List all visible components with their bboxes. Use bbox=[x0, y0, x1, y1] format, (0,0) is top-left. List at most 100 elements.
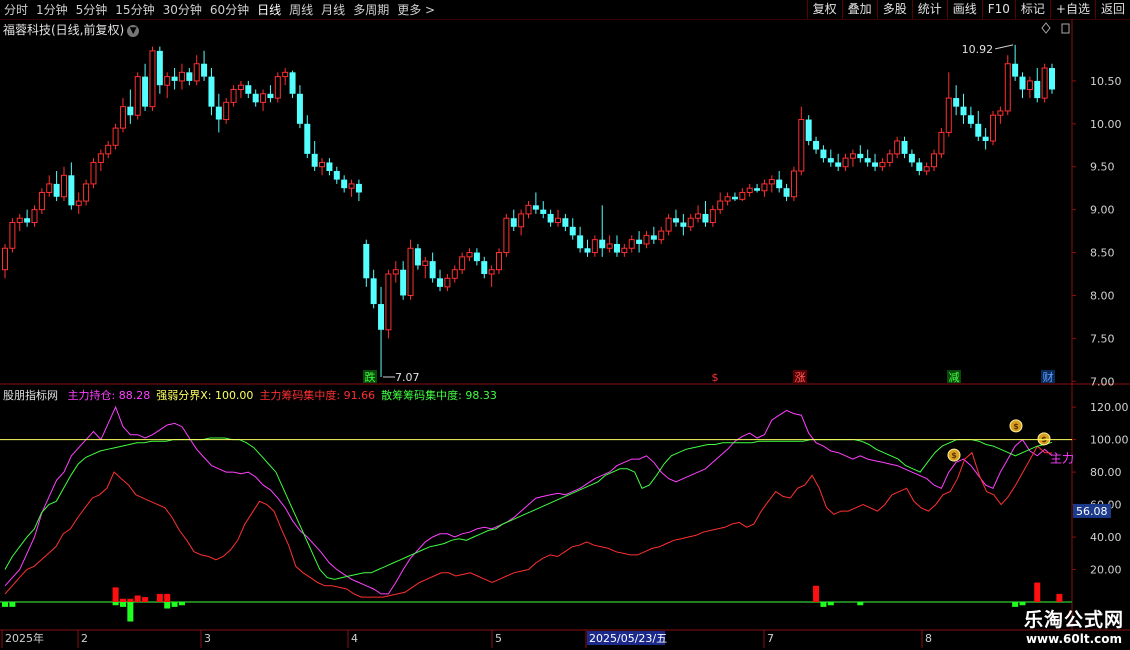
candle-body-down bbox=[289, 72, 296, 94]
candle-body-down bbox=[953, 98, 960, 107]
candle-body-up bbox=[9, 222, 16, 249]
candle-body-down bbox=[53, 183, 60, 197]
bar-green bbox=[164, 602, 171, 609]
candle-body-down bbox=[967, 115, 974, 124]
candle-body-down bbox=[547, 213, 554, 223]
candle-body-up bbox=[237, 84, 244, 90]
chart-frame bbox=[0, 19, 1130, 631]
candle-body-down bbox=[1049, 68, 1055, 90]
bar-red bbox=[142, 597, 149, 602]
indicator-axis: 20.0040.0060.0080.00100.00120.0056.08 bbox=[0, 401, 1129, 577]
candle-body-down bbox=[311, 153, 318, 167]
candle-body-up bbox=[496, 252, 503, 271]
bar-green bbox=[820, 602, 827, 607]
candle-body-down bbox=[584, 248, 591, 253]
date-label-7: 8 bbox=[925, 632, 932, 645]
candle-body-down bbox=[975, 123, 982, 137]
candle-body-down bbox=[245, 85, 252, 94]
candle-body-down bbox=[208, 76, 215, 107]
candle-body-up bbox=[746, 187, 753, 193]
candle-body-down bbox=[429, 261, 436, 279]
candle-body-up bbox=[849, 153, 856, 159]
candle-body-up bbox=[392, 269, 399, 275]
candle-body-down bbox=[363, 243, 370, 279]
indicator-tick-label: 40.00 bbox=[1090, 531, 1122, 544]
event-mark-0: 跌 bbox=[365, 370, 376, 384]
candle-body-down bbox=[731, 196, 738, 200]
candle-body-up bbox=[886, 153, 893, 163]
indicator-tick-label: 80.00 bbox=[1090, 466, 1122, 479]
candle-body-up bbox=[407, 247, 414, 296]
bar-green bbox=[827, 602, 834, 606]
candle-body-up bbox=[134, 76, 141, 116]
candle-body-down bbox=[156, 50, 163, 86]
candle-body-down bbox=[400, 269, 407, 296]
candle-body-down bbox=[510, 218, 517, 227]
candle-body-down bbox=[613, 243, 620, 253]
candle-body-down bbox=[680, 222, 687, 227]
candle-body-down bbox=[414, 248, 421, 266]
candle-body-down bbox=[960, 106, 967, 116]
candle-body-down bbox=[437, 278, 444, 287]
event-mark-1: $ bbox=[712, 371, 719, 384]
price-tick-label: 7.00 bbox=[1090, 375, 1115, 388]
candle-body-up bbox=[554, 217, 561, 224]
candle-body-up bbox=[503, 217, 510, 254]
candle-body-up bbox=[643, 234, 650, 245]
candle-body-up bbox=[488, 269, 495, 275]
candle-body-down bbox=[636, 239, 643, 244]
bar-red bbox=[1034, 582, 1041, 602]
indicator-tick-label: 120.00 bbox=[1090, 401, 1129, 414]
candle-body-up bbox=[894, 140, 901, 155]
candle-body-up bbox=[385, 273, 392, 331]
candle-body-up bbox=[16, 217, 23, 224]
candle-body-down bbox=[296, 93, 303, 124]
candle-body-up bbox=[83, 183, 90, 202]
candle-body-down bbox=[24, 218, 31, 223]
candle-body-down bbox=[805, 119, 812, 141]
candle-body-down bbox=[1012, 63, 1019, 77]
candle-body-up bbox=[193, 63, 200, 82]
candle-body-up bbox=[945, 97, 952, 133]
candle-body-up bbox=[621, 247, 628, 254]
candle-body-down bbox=[201, 63, 208, 77]
candle-body-down bbox=[599, 239, 606, 249]
series-line-2 bbox=[4, 445, 1053, 598]
candle-body-up bbox=[990, 114, 997, 142]
candle-body-up bbox=[687, 217, 694, 228]
candle-body-up bbox=[75, 200, 82, 206]
side-label: 主力 bbox=[1050, 451, 1074, 465]
candle-body-down bbox=[127, 106, 134, 116]
candle-body-up bbox=[724, 196, 731, 202]
candle-body-down bbox=[562, 218, 569, 227]
candle-body-up bbox=[319, 161, 326, 168]
candle-body-down bbox=[252, 93, 259, 103]
date-label-1: 2 bbox=[81, 632, 88, 645]
candle-body-down bbox=[267, 93, 274, 99]
candle-body-up bbox=[709, 209, 716, 224]
candle-body-down bbox=[1034, 80, 1041, 99]
candle-body-up bbox=[260, 93, 267, 103]
candle-body-up bbox=[466, 252, 473, 258]
candle-body-down bbox=[540, 209, 547, 214]
candle-body-down bbox=[326, 162, 333, 172]
panel-toggle-icon bbox=[1061, 23, 1070, 34]
candle-body-up bbox=[525, 204, 532, 215]
candle-body-down bbox=[532, 205, 539, 210]
candle-body-up bbox=[1041, 67, 1048, 99]
bar-green bbox=[857, 602, 864, 606]
price-tick-label: 10.00 bbox=[1090, 118, 1122, 131]
bar-red bbox=[1056, 593, 1063, 602]
bar-red bbox=[813, 585, 820, 602]
indicator-bars bbox=[0, 582, 1072, 622]
candle-body-up bbox=[695, 213, 702, 219]
candle-body-up bbox=[459, 256, 466, 271]
date-label-2: 3 bbox=[204, 632, 211, 645]
candle-body-down bbox=[569, 226, 576, 236]
candle-body-up bbox=[931, 153, 938, 168]
candle-body-up bbox=[46, 183, 53, 193]
candle-body-down bbox=[820, 149, 827, 159]
candle-body-down bbox=[577, 235, 584, 249]
date-axis: 2025年 2 3 4 5 2025/05/23/五 7 8 bbox=[1, 630, 932, 648]
candle-body-down bbox=[142, 76, 149, 107]
